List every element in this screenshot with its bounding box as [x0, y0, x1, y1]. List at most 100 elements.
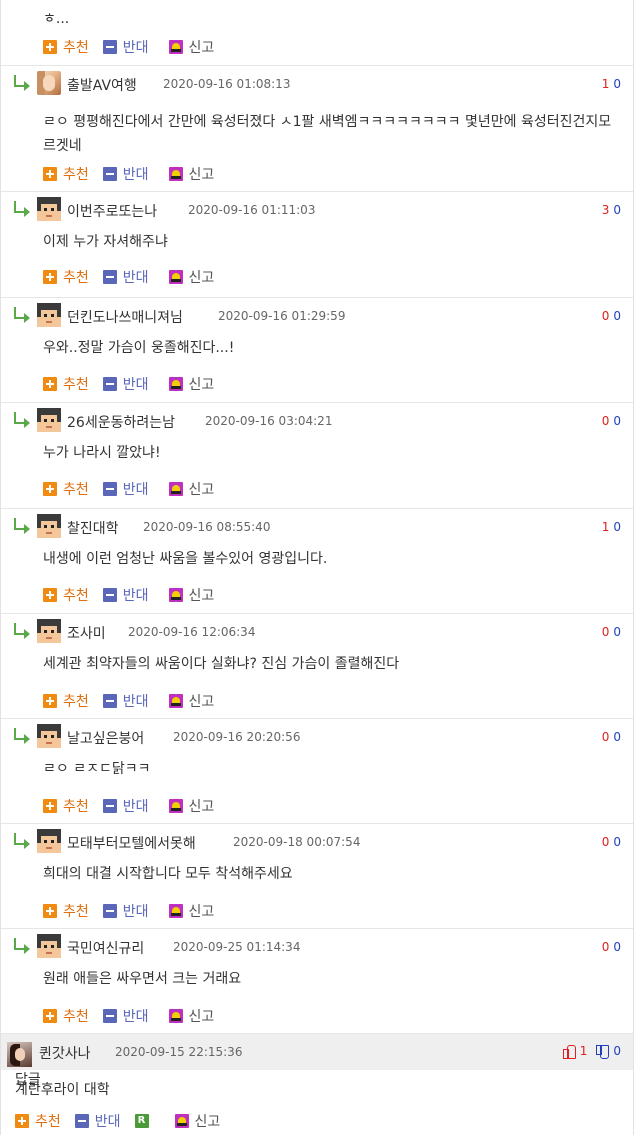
- report-button[interactable]: 신고: [163, 585, 214, 605]
- report-button[interactable]: 신고: [163, 164, 214, 184]
- upvote-button[interactable]: 추천: [43, 901, 89, 921]
- reply-item: 찰진대학 2020-09-16 08:55:40 1 0 내생에 이런 엄청난 싸움을 …: [1, 509, 633, 614]
- reply-item: 이번주로또는나 2020-09-16 01:11:03 3 0 이제 누가 자셔해주냐 추…: [1, 192, 633, 298]
- reply-item: 국민여신규리 2020-09-25 01:14:34 0 0 원래 애들은 싸우면서 크…: [1, 929, 633, 1034]
- upvote-count: 0: [601, 940, 610, 954]
- upvote-count: 0: [601, 309, 610, 323]
- comment-author[interactable]: 출발AV여행: [67, 75, 137, 95]
- comment-actions: 추천 반대 신고: [43, 374, 228, 394]
- comment-author[interactable]: 국민여신규리: [67, 938, 144, 958]
- report-button[interactable]: 신고: [163, 479, 214, 499]
- comment-header: 퀸갓사나 2020-09-15 22:15:36 1 0: [1, 1034, 633, 1070]
- avatar[interactable]: [37, 514, 61, 538]
- downvote-count: 0: [613, 940, 621, 954]
- reply-item: 던킨도나쓰매니져님 2020-09-16 01:29:59 0 0 우와..정말 가슴이…: [1, 298, 633, 403]
- comment-date: 2020-09-15 22:15:36: [115, 1045, 243, 1059]
- report-button[interactable]: 신고: [163, 901, 214, 921]
- upvote-button[interactable]: 추천: [43, 164, 89, 184]
- plus-icon: [43, 270, 57, 284]
- siren-icon: [168, 40, 183, 54]
- comment-author[interactable]: 찰진대학: [67, 518, 119, 538]
- downvote-button[interactable]: 반대: [102, 164, 149, 184]
- avatar[interactable]: [37, 303, 61, 327]
- report-button[interactable]: 신고: [163, 37, 214, 57]
- comment-author[interactable]: 모태부터모텔에서못해: [67, 833, 196, 853]
- downvote-button[interactable]: 반대: [102, 267, 149, 287]
- reply-button[interactable]: R 답글: [15, 1072, 155, 1128]
- upvote-button[interactable]: 추천: [43, 691, 89, 711]
- upvote-count: 3: [601, 203, 610, 217]
- comment-date: 2020-09-16 03:04:21: [205, 414, 333, 428]
- avatar[interactable]: [37, 829, 61, 853]
- reply-arrow-icon: [13, 832, 31, 849]
- avatar[interactable]: [37, 724, 61, 748]
- comment-date: 2020-09-16 01:11:03: [188, 203, 316, 217]
- avatar[interactable]: [37, 197, 61, 221]
- comment-text: 세계관 최약자들의 싸움이다 실화냐? 진심 가슴이 졸렬해진다: [43, 656, 400, 672]
- downvote-button[interactable]: 반대: [102, 479, 149, 499]
- report-button[interactable]: 신고: [163, 1006, 214, 1026]
- plus-icon: [43, 588, 57, 602]
- upvote-count: 1: [601, 520, 610, 534]
- comment-date: 2020-09-16 01:08:13: [163, 77, 291, 91]
- plus-icon: [43, 482, 57, 496]
- comment-actions: 추천 반대 신고: [43, 37, 228, 57]
- comment-date: 2020-09-16 01:29:59: [218, 309, 346, 323]
- avatar[interactable]: [7, 1042, 32, 1067]
- comment-author[interactable]: 날고싶은붕어: [67, 728, 144, 748]
- upvote-button[interactable]: 추천: [43, 479, 89, 499]
- vote-counts: 00: [602, 309, 621, 323]
- comment-list: ㅎ... 추천 반대 신고 출발AV여행 2020-09-16 01:08:13 1…: [0, 0, 634, 1135]
- downvote-button[interactable]: 반대: [102, 37, 149, 57]
- siren-icon: [168, 588, 183, 602]
- avatar[interactable]: [37, 71, 61, 95]
- vote-counts: 30: [602, 203, 621, 217]
- siren-icon: [168, 482, 183, 496]
- reply-arrow-icon: [13, 74, 31, 91]
- avatar[interactable]: [37, 619, 61, 643]
- comment-actions: 추천 반대 R 답글 신고: [15, 1072, 234, 1131]
- vote-counts: 10: [602, 77, 621, 91]
- downvote-button[interactable]: 반대: [102, 901, 149, 921]
- upvote-button[interactable]: 추천: [43, 37, 89, 57]
- avatar[interactable]: [37, 408, 61, 432]
- reply-arrow-icon: [13, 622, 31, 639]
- downvote-button[interactable]: 반대: [102, 796, 149, 816]
- upvote-button[interactable]: 추천: [43, 796, 89, 816]
- downvote-button[interactable]: 반대: [102, 585, 149, 605]
- comment-actions: 추천 반대 신고: [43, 164, 228, 184]
- comment-author[interactable]: 던킨도나쓰매니져님: [67, 307, 183, 327]
- upvote-button[interactable]: 추천: [43, 585, 89, 605]
- downvote-count: 0: [613, 77, 621, 91]
- avatar[interactable]: [37, 934, 61, 958]
- comment-text: 누가 나라시 깔았냐!: [43, 445, 161, 461]
- vote-counts: 1 0: [562, 1044, 621, 1059]
- downvote-button[interactable]: 반대: [102, 1006, 149, 1026]
- report-button[interactable]: 신고: [163, 796, 214, 816]
- vote-counts: 00: [602, 940, 621, 954]
- report-button[interactable]: 신고: [163, 691, 214, 711]
- report-button[interactable]: 신고: [163, 267, 214, 287]
- comment-actions: 추천 반대 신고: [43, 691, 228, 711]
- upvote-count: 0: [601, 730, 610, 744]
- comment-author[interactable]: 조사미: [67, 623, 106, 643]
- downvote-button[interactable]: 반대: [102, 374, 149, 394]
- comment-date: 2020-09-16 08:55:40: [143, 520, 271, 534]
- siren-icon: [174, 1114, 189, 1128]
- upvote-button[interactable]: 추천: [43, 374, 89, 394]
- downvote-button[interactable]: 반대: [102, 691, 149, 711]
- report-button[interactable]: 신고: [163, 374, 214, 394]
- comment-author[interactable]: 이번주로또는나: [67, 201, 157, 221]
- comment-author[interactable]: 26세운동하려는남: [67, 412, 175, 432]
- reply-arrow-icon: [13, 727, 31, 744]
- comment-actions: 추천 반대 신고: [43, 479, 228, 499]
- minus-icon: [102, 270, 117, 284]
- comment-date: 2020-09-16 12:06:34: [128, 625, 256, 639]
- minus-icon: [102, 799, 117, 813]
- downvote-count: 0: [613, 309, 621, 323]
- upvote-button[interactable]: 추천: [43, 1006, 89, 1026]
- reply-item: 날고싶은붕어 2020-09-16 20:20:56 0 0 ㄹㅇ ㄹㅈㄷ닭ㅋㅋ 추천 반대…: [1, 719, 633, 824]
- upvote-button[interactable]: 추천: [43, 267, 89, 287]
- comment-author[interactable]: 퀸갓사나: [39, 1043, 91, 1063]
- plus-icon: [43, 904, 57, 918]
